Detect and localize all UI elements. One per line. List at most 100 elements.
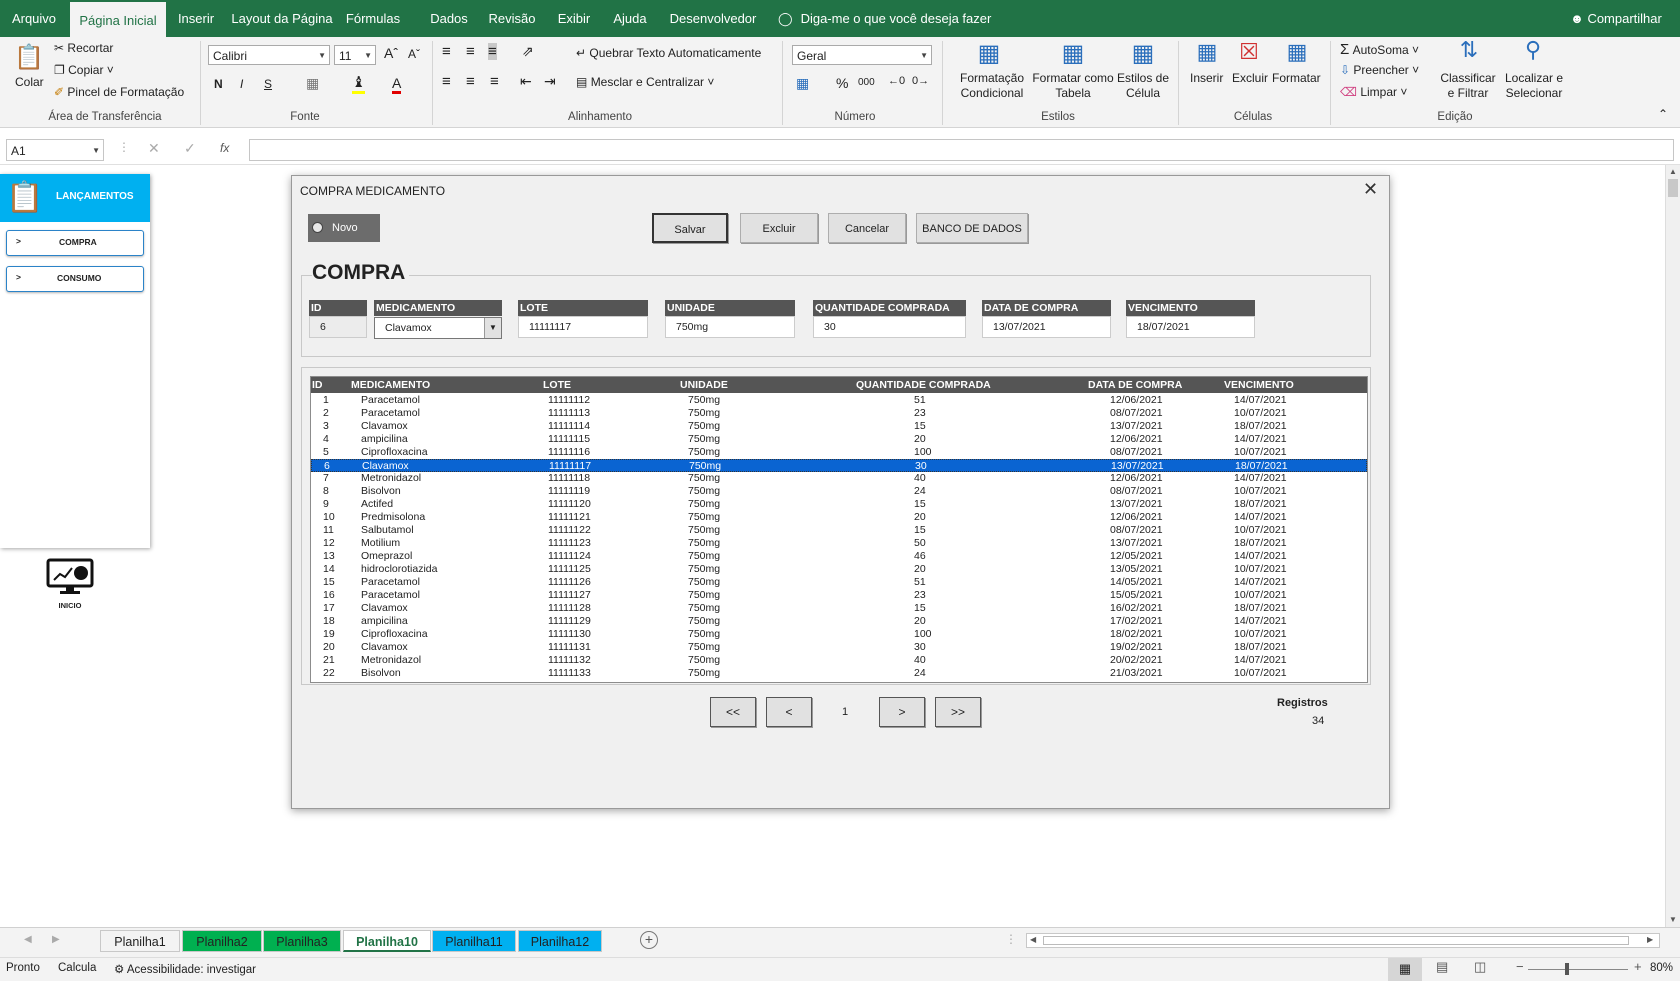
list-row[interactable]: 19 Ciprofloxacina 11111130 750mg 100 18/02/20… xyxy=(311,628,1367,641)
underline-button[interactable]: S xyxy=(264,77,272,91)
horizontal-scrollbar[interactable]: ◀ ▶ xyxy=(1026,933,1660,948)
formula-input[interactable] xyxy=(249,139,1674,161)
next-page-button[interactable]: > xyxy=(879,697,925,727)
align-center-icon[interactable]: ≡ xyxy=(466,73,475,90)
data-compra-input[interactable]: 13/07/2021 xyxy=(982,316,1111,338)
cut-button[interactable]: ✂ Recortar xyxy=(54,41,113,55)
scroll-left-icon[interactable]: ◀ xyxy=(1030,935,1036,944)
zoom-in-icon[interactable]: + xyxy=(1634,959,1642,974)
tab-revisao[interactable]: Revisão xyxy=(482,0,542,37)
paste-icon[interactable]: 📋 xyxy=(14,43,44,72)
font-color-icon[interactable]: A xyxy=(392,75,402,94)
vertical-scrollbar[interactable]: ▲ ▼ xyxy=(1665,165,1680,927)
cancel-icon[interactable]: ✕ xyxy=(148,140,160,157)
salvar-button[interactable]: Salvar xyxy=(652,213,728,243)
increase-indent-icon[interactable]: ⇥ xyxy=(544,73,556,90)
delete-cells-icon[interactable]: ☒ xyxy=(1232,39,1266,65)
list-row[interactable]: 2 Paracetamol 11111113 750mg 23 08/07/2021 10/… xyxy=(311,407,1367,420)
copy-button[interactable]: ❐ Copiar ˅ xyxy=(54,63,114,77)
lote-input[interactable]: 11111117 xyxy=(518,316,648,338)
font-size-select[interactable]: 11 ▼ xyxy=(334,45,376,65)
align-bottom-icon[interactable]: ≡ xyxy=(488,43,497,60)
fill-color-icon[interactable]: ♝ xyxy=(352,73,366,94)
sheet-tab-planilha1[interactable]: Planilha1 xyxy=(100,930,180,952)
tab-dados[interactable]: Dados xyxy=(424,0,474,37)
align-left-icon[interactable]: ≡ xyxy=(442,73,451,90)
tab-arquivo[interactable]: Arquivo xyxy=(0,0,68,37)
grow-font-icon[interactable]: Aˆ xyxy=(384,45,398,61)
scroll-up-icon[interactable]: ▲ xyxy=(1669,167,1677,176)
last-page-button[interactable]: >> xyxy=(935,697,981,727)
close-icon[interactable]: ✕ xyxy=(1363,179,1378,200)
format-as-table-button[interactable]: Formatar como Tabela xyxy=(1030,71,1116,101)
normal-view-icon[interactable]: ▦ xyxy=(1388,958,1422,981)
page-break-view-icon[interactable]: ◫ xyxy=(1474,959,1486,975)
align-right-icon[interactable]: ≡ xyxy=(490,73,499,90)
delete-cells-button[interactable]: Excluir xyxy=(1232,71,1268,85)
wrap-text-button[interactable]: ↵ Quebrar Texto Automaticamente xyxy=(576,46,761,60)
italic-button[interactable]: I xyxy=(240,77,243,91)
consumo-button[interactable]: > CONSUMO xyxy=(6,266,144,292)
shrink-font-icon[interactable]: Aˇ xyxy=(408,47,420,61)
list-row[interactable]: 12 Motilium 11111123 750mg 50 13/07/2021 18/07… xyxy=(311,537,1367,550)
sheet-tab-planilha12[interactable]: Planilha12 xyxy=(518,930,602,952)
first-page-button[interactable]: << xyxy=(710,697,756,727)
tab-ajuda[interactable]: Ajuda xyxy=(608,0,652,37)
align-top-icon[interactable]: ≡ xyxy=(442,43,451,60)
zoom-slider[interactable] xyxy=(1528,963,1628,975)
compra-button[interactable]: > COMPRA xyxy=(6,230,144,256)
novo-toggle[interactable]: Novo xyxy=(308,214,380,242)
zoom-slider-thumb[interactable] xyxy=(1565,963,1569,975)
list-row[interactable]: 5 Ciprofloxacina 11111116 750mg 100 08/07/202… xyxy=(311,446,1367,459)
prev-sheet-icon[interactable]: ◀ xyxy=(24,934,32,945)
list-row[interactable]: 17 Clavamox 11111128 750mg 15 16/02/2021 18/07… xyxy=(311,602,1367,615)
scrollbar-thumb[interactable] xyxy=(1668,179,1678,197)
prev-page-button[interactable]: < xyxy=(766,697,812,727)
sheet-tab-planilha3[interactable]: Planilha3 xyxy=(263,930,341,952)
banco-de-dados-button[interactable]: BANCO DE DADOS xyxy=(916,213,1028,243)
scrollbar-thumb[interactable] xyxy=(1043,936,1629,945)
fill-button[interactable]: ⇩ Preencher ˅ xyxy=(1340,63,1419,77)
tell-me-box[interactable]: ◯ Diga-me o que você deseja fazer xyxy=(778,0,998,37)
font-name-select[interactable]: Calibri ▼ xyxy=(208,45,330,65)
list-row[interactable]: 13 Omeprazol 11111124 750mg 46 12/05/2021 14/0… xyxy=(311,550,1367,563)
sort-filter-button[interactable]: Classificar e Filtrar xyxy=(1438,71,1498,101)
decrease-indent-icon[interactable]: ⇤ xyxy=(520,73,532,90)
thousands-button[interactable]: 000 xyxy=(858,77,875,88)
enter-icon[interactable]: ✓ xyxy=(184,140,196,157)
list-row[interactable]: 20 Clavamox 11111131 750mg 30 19/02/2021 18/07… xyxy=(311,641,1367,654)
zoom-out-icon[interactable]: − xyxy=(1516,959,1524,974)
format-painter-button[interactable]: ✐ Pincel de Formatação xyxy=(54,85,184,99)
currency-icon[interactable]: ▦ xyxy=(796,75,809,92)
chevron-down-icon[interactable]: ▼ xyxy=(484,318,501,338)
unidade-input[interactable]: 750mg xyxy=(665,316,795,338)
list-row[interactable]: 7 Metronidazol 11111118 750mg 40 12/06/2021 14… xyxy=(311,472,1367,485)
sheet-tab-planilha10[interactable]: Planilha10 xyxy=(343,930,431,952)
tab-layout[interactable]: Layout da Página xyxy=(228,0,336,37)
collapse-ribbon-icon[interactable]: ⌃ xyxy=(1658,107,1668,121)
page-layout-view-icon[interactable]: ▤ xyxy=(1436,959,1448,975)
accessibility-status[interactable]: ⚙ Acessibilidade: investigar xyxy=(114,962,256,976)
find-select-icon[interactable]: ⚲ xyxy=(1516,37,1550,63)
scroll-right-icon[interactable]: ▶ xyxy=(1647,935,1653,944)
tab-exibir[interactable]: Exibir xyxy=(551,0,597,37)
format-cells-button[interactable]: Formatar xyxy=(1272,71,1321,85)
tab-desenvolvedor[interactable]: Desenvolvedor xyxy=(668,0,758,37)
sort-filter-icon[interactable]: ⇅ xyxy=(1452,37,1486,63)
home-dashboard-icon[interactable] xyxy=(46,558,94,594)
autosum-button[interactable]: Σ AutoSoma ˅ xyxy=(1340,41,1419,58)
zoom-level[interactable]: 80% xyxy=(1650,962,1673,974)
share-button[interactable]: ☻ Compartilhar xyxy=(1565,0,1667,37)
list-row[interactable]: 21 Metronidazol 11111132 750mg 40 20/02/2021 1… xyxy=(311,654,1367,667)
list-row[interactable]: 22 Bisolvon 11111133 750mg 24 21/03/2021 10/07… xyxy=(311,667,1367,680)
cancelar-button[interactable]: Cancelar xyxy=(828,213,906,243)
list-row[interactable]: 16 Paracetamol 11111127 750mg 23 15/05/2021 10… xyxy=(311,589,1367,602)
insert-cells-icon[interactable]: ▦ xyxy=(1190,39,1224,65)
list-row[interactable]: 10 Predmisolona 11111121 750mg 20 12/06/2021 1… xyxy=(311,511,1367,524)
find-select-button[interactable]: Localizar e Selecionar xyxy=(1500,71,1568,101)
records-listbox[interactable]: ID MEDICAMENTO LOTE UNIDADE QUANTIDADE C… xyxy=(310,376,1368,683)
insert-function-icon[interactable]: fx xyxy=(220,141,229,155)
medicamento-select[interactable]: Clavamox ▼ xyxy=(374,317,502,339)
borders-icon[interactable]: ▦ xyxy=(306,75,319,92)
increase-decimal-icon[interactable]: ←0 xyxy=(888,75,905,87)
